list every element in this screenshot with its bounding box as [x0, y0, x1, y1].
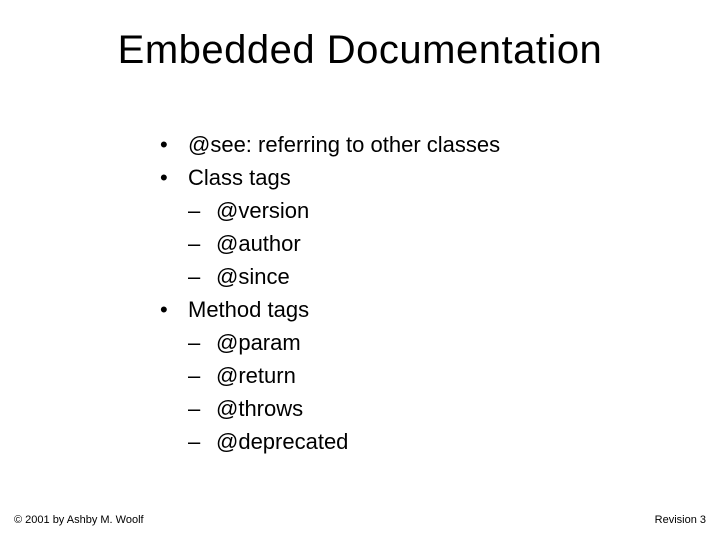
slide: Embedded Documentation • @see: referring…: [0, 0, 720, 540]
bullet-mark: •: [160, 293, 188, 326]
sub-bullet-mark: –: [188, 227, 216, 260]
sub-bullet-item: – @throws: [188, 392, 500, 425]
bullet-text: Class tags: [188, 161, 291, 194]
slide-title: Embedded Documentation: [0, 0, 720, 73]
sub-bullet-item: – @return: [188, 359, 500, 392]
sub-bullet-item: – @version: [188, 194, 500, 227]
slide-content: • @see: referring to other classes • Cla…: [160, 128, 500, 458]
sub-bullet-mark: –: [188, 326, 216, 359]
sub-bullet-item: – @author: [188, 227, 500, 260]
sub-bullet-mark: –: [188, 425, 216, 458]
sub-bullet-text: @param: [216, 326, 301, 359]
bullet-mark: •: [160, 128, 188, 161]
sub-bullet-item: – @param: [188, 326, 500, 359]
bullet-text: @see: referring to other classes: [188, 128, 500, 161]
footer-copyright: © 2001 by Ashby M. Woolf: [14, 514, 144, 526]
bullet-item: • Class tags: [160, 161, 500, 194]
sub-bullet-item: – @deprecated: [188, 425, 500, 458]
sub-bullet-text: @author: [216, 227, 301, 260]
sub-bullet-text: @version: [216, 194, 309, 227]
sub-bullet-text: @since: [216, 260, 290, 293]
sub-bullet-mark: –: [188, 359, 216, 392]
sub-bullet-mark: –: [188, 194, 216, 227]
sub-bullet-item: – @since: [188, 260, 500, 293]
sub-bullet-text: @return: [216, 359, 296, 392]
bullet-item: • Method tags: [160, 293, 500, 326]
sub-bullet-mark: –: [188, 392, 216, 425]
bullet-mark: •: [160, 161, 188, 194]
sub-bullet-text: @throws: [216, 392, 303, 425]
footer-revision: Revision 3: [655, 514, 706, 526]
bullet-text: Method tags: [188, 293, 309, 326]
sub-bullet-text: @deprecated: [216, 425, 348, 458]
sub-bullet-mark: –: [188, 260, 216, 293]
bullet-item: • @see: referring to other classes: [160, 128, 500, 161]
